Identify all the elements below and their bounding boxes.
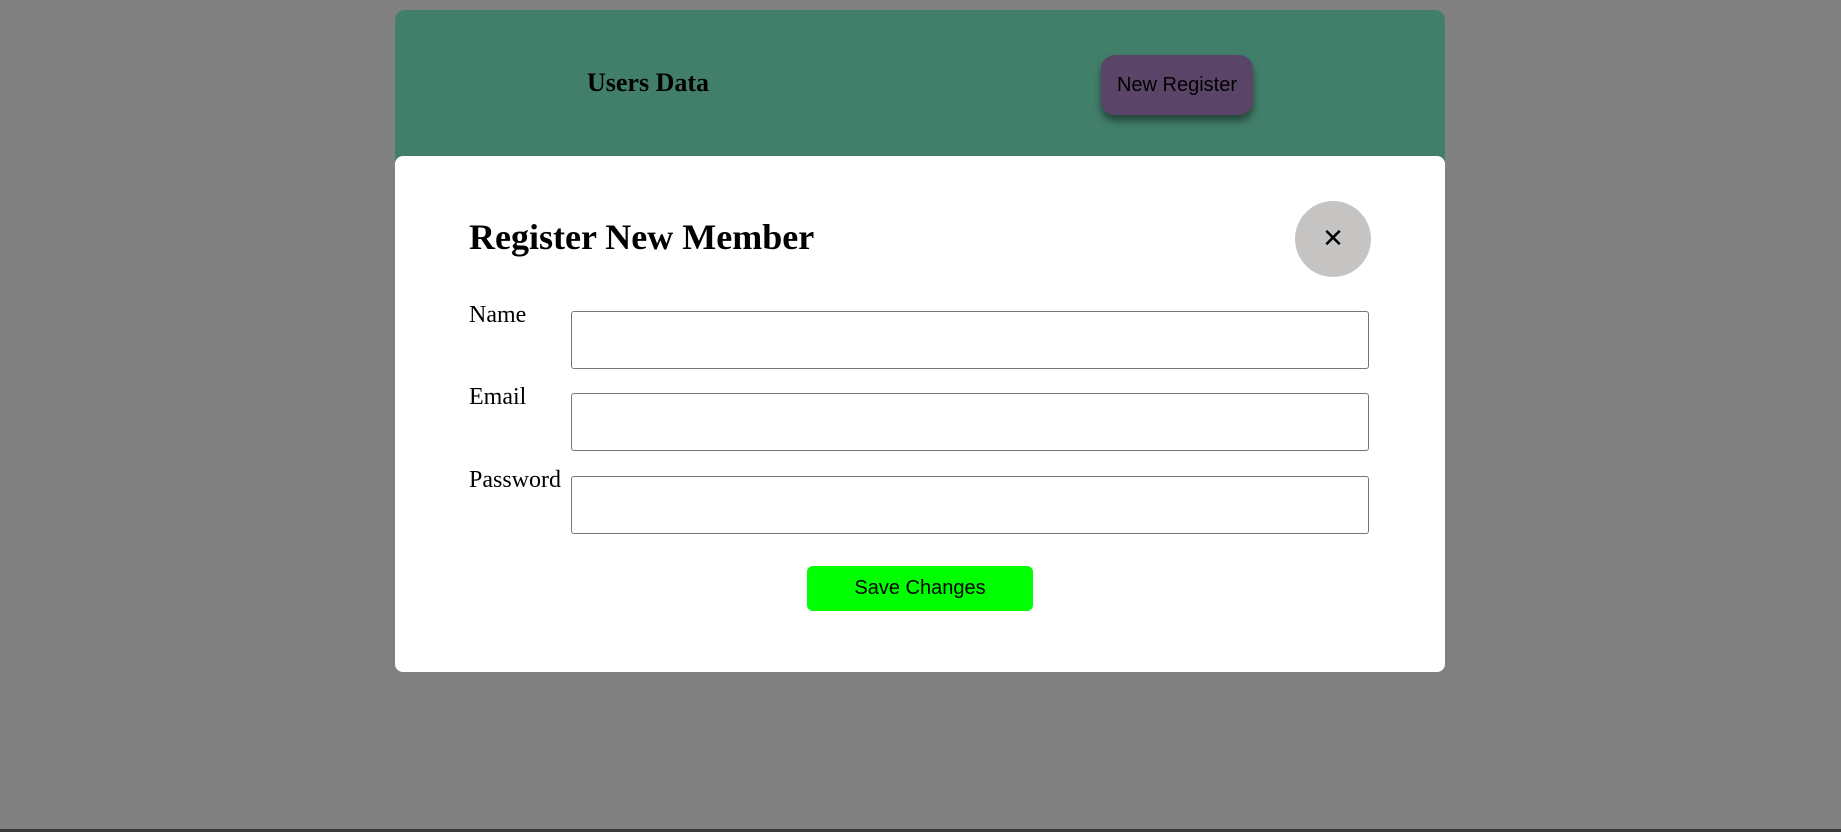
email-label: Email [469,384,527,410]
header-card: Users Data New Register [395,10,1445,170]
close-icon: ✕ [1322,224,1344,254]
password-label: Password [469,467,562,493]
email-field[interactable] [571,393,1369,451]
name-field[interactable] [571,311,1369,369]
close-button[interactable]: ✕ [1295,201,1371,277]
register-modal: Register New Member ✕ Name Email Passwor… [395,156,1445,672]
new-register-button[interactable]: New Register [1101,55,1253,115]
page-title: Users Data [587,68,710,97]
name-label: Name [469,302,527,328]
save-changes-button[interactable]: Save Changes [807,566,1033,611]
modal-title: Register New Member [469,217,815,257]
password-field[interactable] [571,476,1369,534]
